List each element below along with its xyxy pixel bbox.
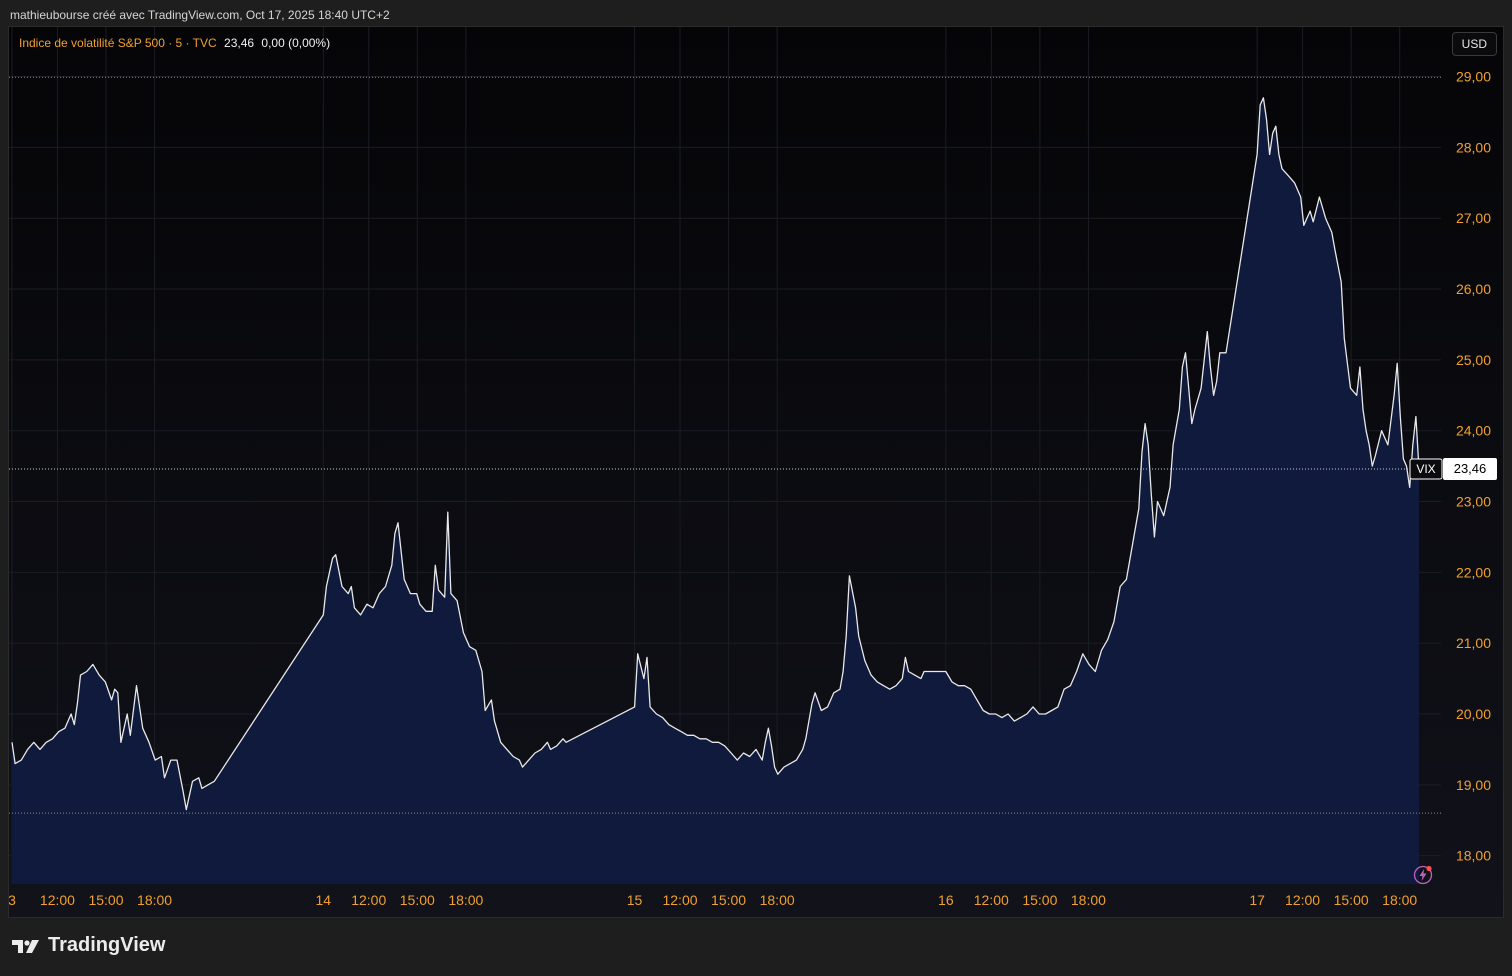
- x-tick-label: 17: [1249, 892, 1265, 908]
- currency-button[interactable]: USD: [1451, 32, 1497, 56]
- x-tick-label: 15:00: [1022, 892, 1057, 908]
- x-tick-label: 12:00: [351, 892, 386, 908]
- tradingview-logo-icon: [12, 939, 39, 953]
- tradingview-footer[interactable]: TradingView: [12, 934, 165, 957]
- x-tick-label: 12:00: [974, 892, 1009, 908]
- y-tick-label: 22,00: [1456, 564, 1491, 580]
- x-tick-label: 18:00: [1071, 892, 1106, 908]
- y-tick-label: 26,00: [1456, 281, 1491, 297]
- y-tick-label: 23,00: [1456, 494, 1491, 510]
- legend-change: 0,00 (0,00%): [261, 36, 331, 50]
- price-chart[interactable]: 18,00 19,00 20,00 21,00 22,00 23,00 24,00 25,00…: [9, 27, 1503, 917]
- x-tick-label: 14: [315, 892, 331, 908]
- footer-brand: TradingView: [48, 934, 166, 956]
- chart-legend[interactable]: Indice de volatilité S&P 500 · 5 · TVC 2…: [19, 36, 330, 50]
- x-tick-label: 16: [938, 892, 954, 908]
- y-tick-label: 29,00: [1456, 69, 1491, 85]
- price-tag-symbol: VIX: [1416, 462, 1435, 476]
- y-tick-label: 20,00: [1456, 706, 1491, 722]
- y-tick-label: 24,00: [1456, 423, 1491, 439]
- x-tick-label: 12:00: [1285, 892, 1320, 908]
- x-tick-label: 15:00: [88, 892, 123, 908]
- x-tick-label: 15: [627, 892, 643, 908]
- legend-title: Indice de volatilité S&P 500 · 5 · TVC: [19, 36, 217, 50]
- chart-caption: mathieubourse créé avec TradingView.com,…: [10, 8, 390, 22]
- x-tick-label: 18:00: [760, 892, 795, 908]
- y-tick-label: 27,00: [1456, 210, 1491, 226]
- y-tick-label: 18,00: [1456, 848, 1491, 864]
- y-tick-label: 25,00: [1456, 352, 1491, 368]
- x-tick-label: 15:00: [1334, 892, 1369, 908]
- y-tick-label: 19,00: [1456, 777, 1491, 793]
- x-tick-label: 3: [9, 892, 16, 908]
- x-tick-label: 18:00: [1382, 892, 1417, 908]
- x-tick-label: 18:00: [137, 892, 172, 908]
- last-price-tag: VIX 23,46: [1409, 457, 1497, 480]
- x-tick-label: 15:00: [711, 892, 746, 908]
- y-tick-label: 28,00: [1456, 139, 1491, 155]
- price-tag-value: 23,46: [1454, 461, 1487, 476]
- lightning-alert-icon[interactable]: [1413, 865, 1433, 885]
- x-tick-label: 12:00: [662, 892, 697, 908]
- x-tick-label: 12:00: [40, 892, 75, 908]
- y-tick-label: 21,00: [1456, 635, 1491, 651]
- chart-panel[interactable]: 18,00 19,00 20,00 21,00 22,00 23,00 24,00 25,00…: [8, 26, 1504, 918]
- legend-last-value: 23,46: [224, 36, 255, 50]
- x-tick-label: 15:00: [400, 892, 435, 908]
- x-tick-label: 18:00: [448, 892, 483, 908]
